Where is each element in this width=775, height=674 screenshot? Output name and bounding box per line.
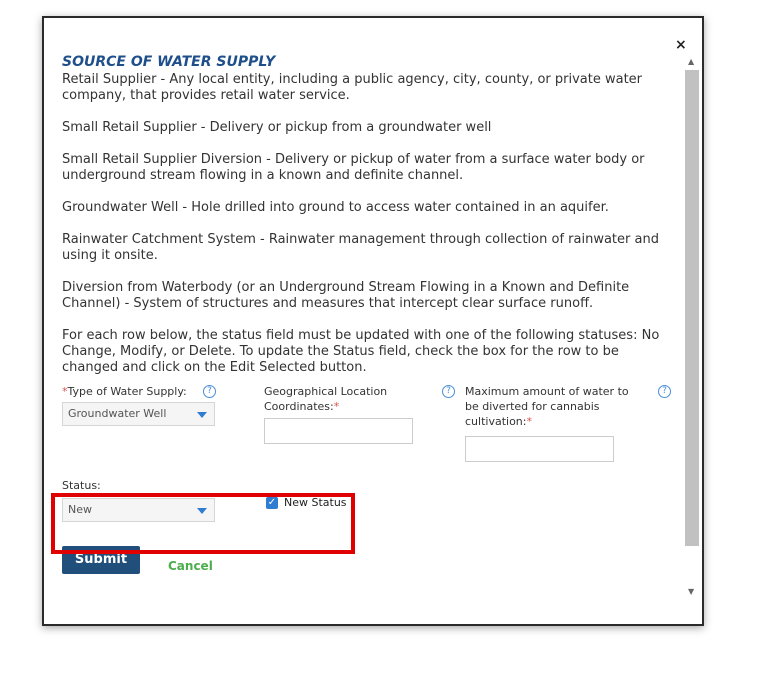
- dialog-content: SOURCE OF WATER SUPPLY Retail Supplier -…: [62, 54, 674, 576]
- close-icon[interactable]: ×: [675, 38, 687, 52]
- submit-button[interactable]: Submit: [62, 546, 140, 574]
- required-marker: *: [526, 415, 532, 428]
- section-title: SOURCE OF WATER SUPPLY: [62, 54, 276, 70]
- definition-rainwater-catchment: Rainwater Catchment System - Rainwater m…: [62, 232, 659, 263]
- help-icon[interactable]: ?: [658, 385, 671, 398]
- type-label-text: Type of Water Supply:: [67, 385, 187, 398]
- type-of-water-supply-label: *Type of Water Supply:: [62, 384, 187, 399]
- new-status-label: New Status: [284, 496, 347, 509]
- required-marker: *: [333, 400, 340, 413]
- water-supply-dialog: × ▲ ▼ SOURCE OF WATER SUPPLY Retail Supp…: [44, 18, 702, 604]
- status-select[interactable]: New: [62, 498, 215, 522]
- max-water-amount-input[interactable]: [465, 436, 614, 462]
- status-select-value: New: [68, 503, 92, 516]
- dialog-frame: × ▲ ▼ SOURCE OF WATER SUPPLY Retail Supp…: [42, 16, 704, 626]
- definition-small-retail-supplier: Small Retail Supplier - Delivery or pick…: [62, 120, 492, 135]
- dialog-scrollbar[interactable]: ▲ ▼: [684, 56, 700, 600]
- help-icon[interactable]: ?: [203, 385, 216, 398]
- status-label: Status:: [62, 479, 101, 492]
- water-supply-fields: *Type of Water Supply: ? Groundwater Wel…: [62, 384, 674, 470]
- max-label-line2: be diverted for cannabis: [465, 400, 600, 413]
- help-icon[interactable]: ?: [442, 385, 455, 398]
- geo-label-line2: Coordinates:: [264, 400, 334, 413]
- max-label-line3: cultivation:: [465, 415, 527, 428]
- max-label-line1: Maximum amount of water to: [465, 385, 629, 398]
- chevron-down-icon: [197, 412, 207, 418]
- max-water-amount-label: Maximum amount of water to be diverted f…: [465, 384, 629, 429]
- type-of-water-supply-select[interactable]: Groundwater Well: [62, 402, 215, 426]
- definition-small-retail-diversion: Small Retail Supplier Diversion - Delive…: [62, 152, 645, 183]
- dialog-actions: Submit Cancel: [62, 546, 674, 576]
- scroll-up-arrow-icon[interactable]: ▲: [688, 58, 694, 66]
- geo-label-line1: Geographical Location: [264, 385, 388, 398]
- chevron-down-icon: [197, 508, 207, 514]
- type-select-value: Groundwater Well: [68, 407, 167, 420]
- definition-diversion-waterbody: Diversion from Waterbody (or an Undergro…: [62, 280, 630, 311]
- cancel-button[interactable]: Cancel: [168, 559, 213, 573]
- geo-coordinates-label: Geographical Location Coordinates:*: [264, 384, 387, 414]
- geo-coordinates-input[interactable]: [264, 418, 413, 444]
- new-status-checkbox[interactable]: ✓: [266, 497, 278, 509]
- scroll-down-arrow-icon[interactable]: ▼: [688, 588, 694, 596]
- scrollbar-thumb[interactable]: [685, 70, 699, 546]
- definition-retail-supplier: Retail Supplier - Any local entity, incl…: [62, 72, 643, 103]
- status-instructions: For each row below, the status field mus…: [62, 328, 660, 375]
- status-row: Status: New ✓ New Status: [62, 478, 674, 536]
- definition-groundwater-well: Groundwater Well - Hole drilled into gro…: [62, 200, 609, 215]
